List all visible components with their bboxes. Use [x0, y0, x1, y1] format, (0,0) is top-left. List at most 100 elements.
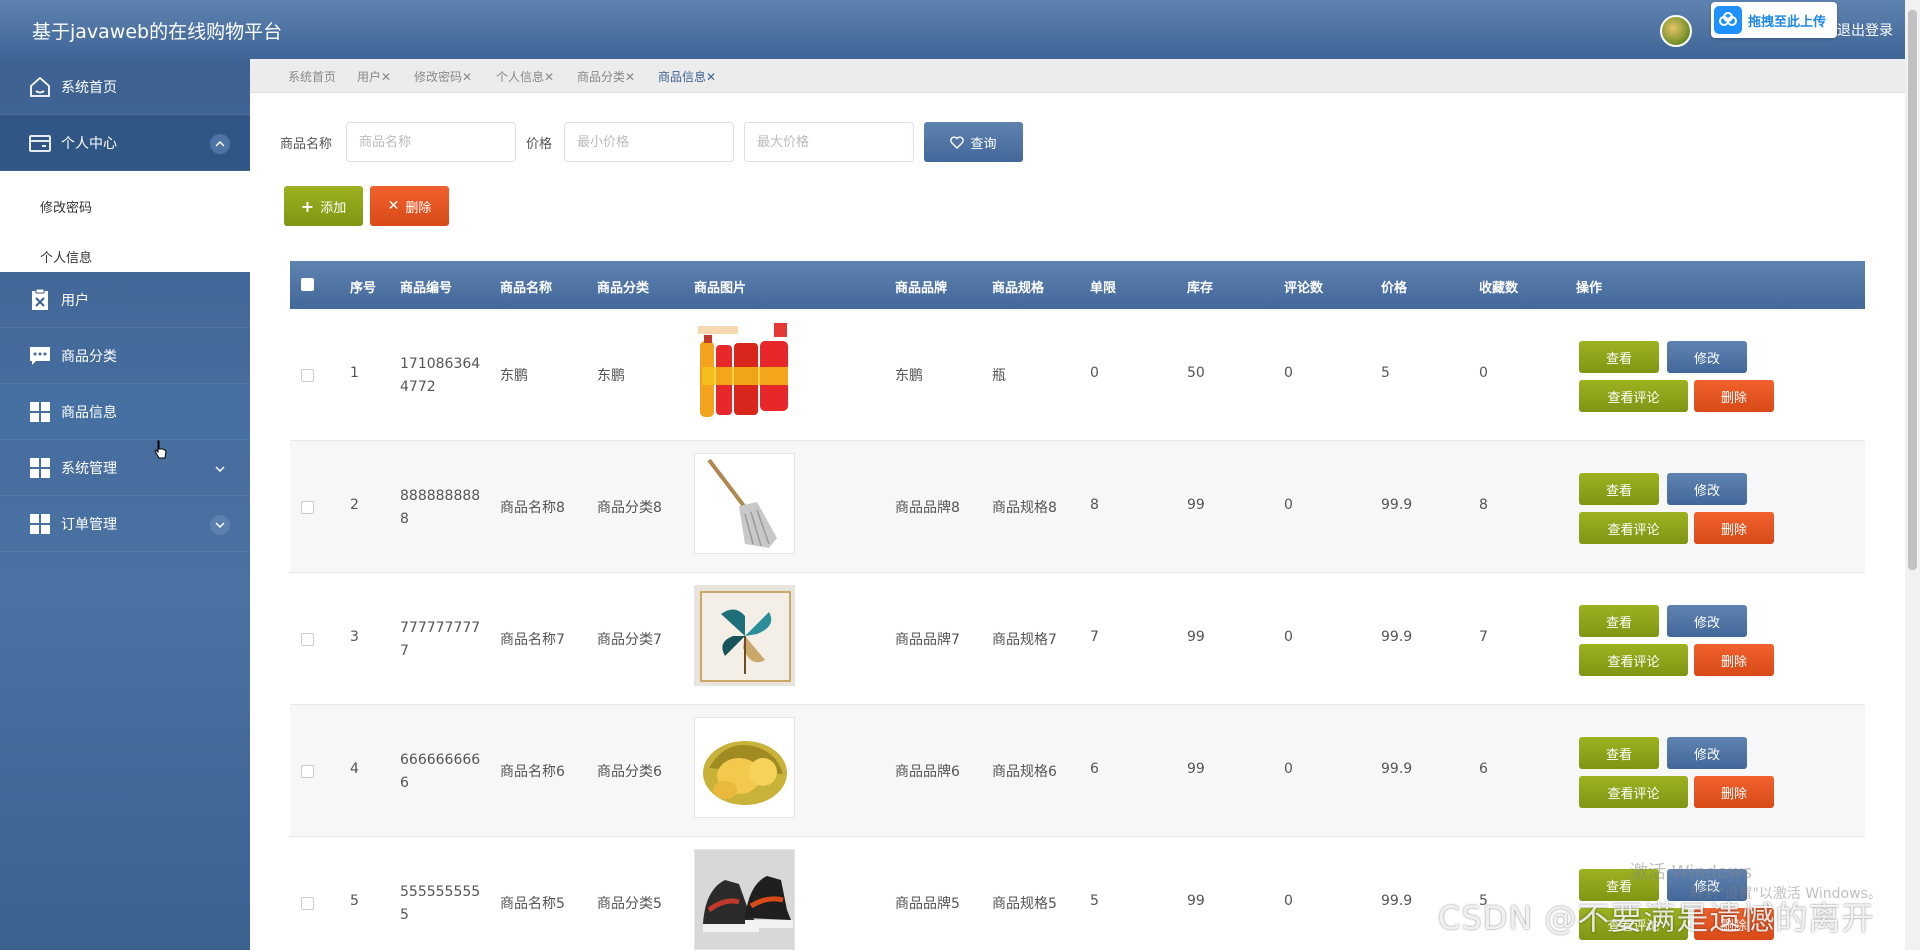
tab-category[interactable]: 商品分类✕: [577, 68, 635, 85]
cell-spec: 商品规格5: [992, 896, 1057, 912]
close-icon[interactable]: ✕: [625, 70, 635, 84]
row-checkbox[interactable]: [301, 369, 314, 382]
cell-favorites: 6: [1479, 761, 1488, 777]
sidebar-item-label: 系统首页: [61, 79, 117, 96]
delete-button[interactable]: 删除: [1694, 380, 1774, 412]
cell-category: 东鹏: [597, 368, 625, 384]
cell-comments: 0: [1284, 629, 1293, 645]
cell-code: 7777777777: [400, 620, 481, 659]
chat-icon: [26, 342, 54, 370]
chevron-down-icon[interactable]: [210, 459, 230, 479]
tab-change-password[interactable]: 修改密码✕: [414, 68, 472, 85]
product-name-input[interactable]: [346, 122, 516, 162]
cell-code: 5555555555: [400, 884, 481, 923]
cell-brand: 商品品牌7: [895, 632, 960, 648]
csdn-watermark: CSDN @不要满是遗憾的离开: [1438, 899, 1875, 937]
sidebar-item-category[interactable]: 商品分类: [0, 328, 250, 384]
sidebar-item-label: 订单管理: [61, 516, 117, 533]
chevron-up-icon[interactable]: [210, 134, 230, 154]
close-icon[interactable]: ✕: [462, 70, 472, 84]
cell-spec: 商品规格6: [992, 764, 1057, 780]
table-header: 序号 商品编号 商品名称 商品分类 商品图片 商品品牌 商品规格 单限 库存 评…: [290, 261, 1865, 309]
col-actions: 操作: [1576, 281, 1603, 296]
col-no: 序号: [350, 281, 377, 296]
view-button[interactable]: 查看: [1579, 341, 1659, 373]
batch-delete-button[interactable]: ✕ 删除: [370, 186, 449, 226]
delete-button[interactable]: 删除: [1694, 512, 1774, 544]
col-stock: 库存: [1187, 281, 1214, 296]
cell-stock: 99: [1187, 629, 1205, 645]
add-label: 添加: [320, 200, 347, 216]
delete-button[interactable]: 删除: [1694, 776, 1774, 808]
cell-name: 商品名称7: [500, 632, 565, 648]
view-button[interactable]: 查看: [1579, 737, 1659, 769]
product-image-mop: [694, 453, 795, 554]
table-row: 2 8888888888 商品名称8 商品分类8 商品品牌8 商品规格8 8 9…: [290, 441, 1865, 573]
tab-label: 系统首页: [288, 70, 337, 84]
view-comments-button[interactable]: 查看评论: [1579, 644, 1688, 676]
sidebar-item-home[interactable]: 系统首页: [0, 59, 250, 115]
edit-button[interactable]: 修改: [1667, 605, 1747, 637]
cell-stock: 99: [1187, 761, 1205, 777]
view-comments-button[interactable]: 查看评论: [1579, 380, 1688, 412]
add-button[interactable]: + 添加: [284, 186, 363, 226]
cell-category: 商品分类5: [597, 896, 662, 912]
product-image-drinks: [694, 321, 795, 422]
row-checkbox[interactable]: [301, 765, 314, 778]
submenu-item-personal-info[interactable]: 个人信息: [40, 247, 92, 266]
scrollbar-thumb[interactable]: [1908, 10, 1917, 570]
row-checkbox[interactable]: [301, 897, 314, 910]
cell-category: 商品分类8: [597, 500, 662, 516]
submenu-item-change-password[interactable]: 修改密码: [40, 197, 92, 216]
cell-price: 5: [1381, 365, 1390, 381]
query-button[interactable]: 查询: [924, 122, 1023, 162]
cell-no: 4: [350, 761, 359, 777]
tab-home[interactable]: 系统首页: [288, 68, 336, 85]
sidebar-item-personal-center[interactable]: 个人中心: [0, 115, 250, 171]
col-favorites: 收藏数: [1479, 281, 1519, 296]
view-comments-button[interactable]: 查看评论: [1579, 512, 1688, 544]
sidebar-item-label: 系统管理: [61, 460, 117, 477]
view-comments-button[interactable]: 查看评论: [1579, 776, 1688, 808]
product-table: 序号 商品编号 商品名称 商品分类 商品图片 商品品牌 商品规格 单限 库存 评…: [290, 261, 1865, 950]
close-icon[interactable]: ✕: [544, 70, 554, 84]
drag-upload-button[interactable]: 拖拽至此上传: [1711, 2, 1837, 38]
cell-no: 5: [350, 893, 359, 909]
product-image-durian: [694, 717, 795, 818]
avatar[interactable]: [1660, 15, 1692, 47]
edit-button[interactable]: 修改: [1667, 341, 1747, 373]
logout-link[interactable]: 退出登录: [1837, 20, 1893, 40]
cell-stock: 99: [1187, 893, 1205, 909]
edit-button[interactable]: 修改: [1667, 473, 1747, 505]
grid-icon: [26, 454, 54, 482]
min-price-input[interactable]: [564, 122, 734, 162]
close-icon[interactable]: ✕: [706, 70, 716, 84]
sidebar-item-product-info[interactable]: 商品信息: [0, 384, 250, 440]
close-icon[interactable]: ✕: [381, 70, 391, 84]
row-checkbox[interactable]: [301, 633, 314, 646]
tab-personal-info[interactable]: 个人信息✕: [496, 68, 554, 85]
tab-users[interactable]: 用户✕: [357, 68, 391, 85]
select-all-checkbox[interactable]: [301, 278, 314, 291]
cell-code: 6666666666: [400, 752, 481, 791]
cell-category: 商品分类7: [597, 632, 662, 648]
view-button[interactable]: 查看: [1579, 473, 1659, 505]
sidebar-item-users[interactable]: 用户: [0, 272, 250, 328]
sidebar-item-order-management[interactable]: 订单管理: [0, 496, 250, 552]
row-checkbox[interactable]: [301, 501, 314, 514]
tab-product-info[interactable]: 商品信息✕: [658, 68, 716, 85]
edit-button[interactable]: 修改: [1667, 737, 1747, 769]
col-limit: 单限: [1090, 281, 1117, 296]
cell-category: 商品分类6: [597, 764, 662, 780]
windows-activation-watermark: 激活 Windows: [1630, 862, 1753, 883]
view-button[interactable]: 查看: [1579, 605, 1659, 637]
chevron-down-icon[interactable]: [210, 515, 230, 535]
delete-button[interactable]: 删除: [1694, 644, 1774, 676]
price-label: 价格: [526, 137, 553, 152]
cell-favorites: 0: [1479, 365, 1488, 381]
max-price-input[interactable]: [744, 122, 914, 162]
cell-comments: 0: [1284, 497, 1293, 513]
sidebar-item-system-management[interactable]: 系统管理: [0, 440, 250, 496]
page-scrollbar[interactable]: [1905, 0, 1920, 950]
cell-price: 99.9: [1381, 629, 1413, 645]
